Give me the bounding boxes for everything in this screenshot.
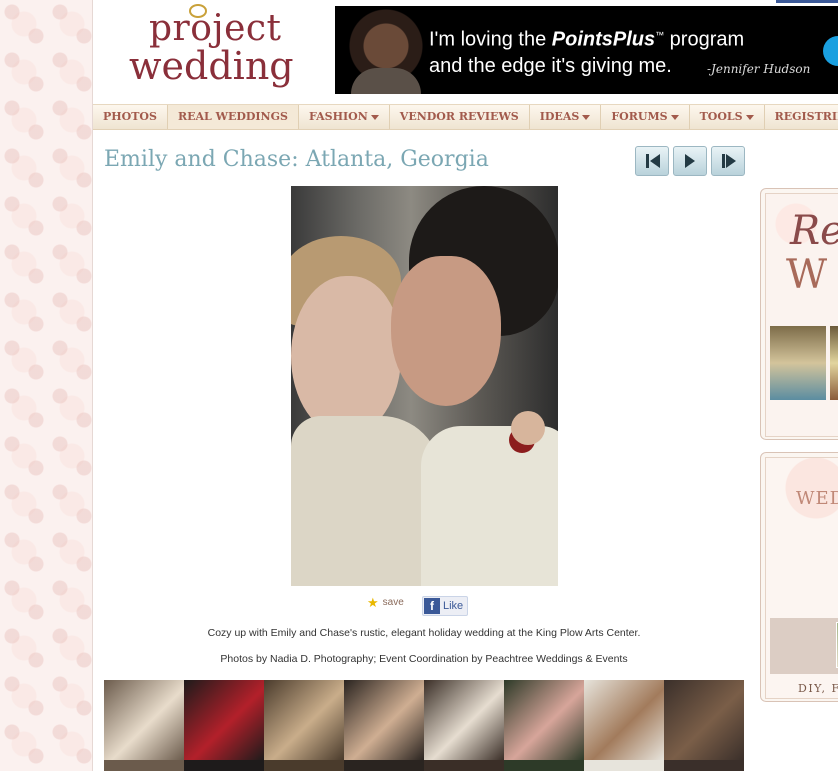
facebook-like-button[interactable]: f Like	[422, 596, 469, 616]
sidebar-ad-heading-b: W	[786, 252, 828, 298]
photo-credits: Photos by Nadia D. Photography; Event Co…	[220, 653, 628, 665]
thumbnail-bouquet[interactable]	[504, 680, 584, 760]
next-photo-button[interactable]	[673, 146, 707, 176]
bar-icon	[721, 154, 725, 168]
thumbnail-row2[interactable]	[504, 760, 584, 771]
sidebar-ad-real-weddings[interactable]: Re W	[760, 188, 838, 440]
caret-down-icon	[745, 114, 754, 120]
thumbnail-row2[interactable]	[104, 760, 184, 771]
nav-vendor-reviews[interactable]: VENDOR REVIEWS	[390, 105, 530, 129]
logo-line1: project	[149, 8, 282, 49]
sidebar-ad2-band	[770, 618, 838, 674]
nav-registries-label: REGISTRIES	[774, 110, 838, 123]
ad-text: I'm loving the PointsPlus™ program and t…	[429, 22, 744, 79]
arrow-right-icon	[725, 154, 736, 168]
photo-caption: Cozy up with Emily and Chase's rustic, e…	[207, 627, 641, 639]
thumbnail-bridal-party[interactable]	[664, 680, 744, 760]
ad-line1-prefix: I'm loving the	[429, 28, 552, 51]
ad-line1-suffix: program	[664, 28, 745, 51]
thumbnail-bride-portrait[interactable]	[344, 680, 424, 760]
sidebar-ad2-caption: DIY, F	[798, 682, 838, 695]
sidebar-ad-wedding-diy[interactable]: WED DIY, F	[760, 452, 838, 702]
nav-registries[interactable]: REGISTRIES	[765, 105, 838, 129]
thumbnail-row2[interactable]	[344, 760, 424, 771]
nav-forums-label: FORUMS	[611, 110, 668, 123]
thumbnail-couple-kiss[interactable]	[104, 680, 184, 760]
thumbnail-row2[interactable]	[184, 760, 264, 771]
photo-bride	[291, 276, 401, 436]
nav-tools[interactable]: TOOLS	[690, 105, 765, 129]
caret-down-icon	[370, 114, 379, 120]
thumbnail-boutonniere[interactable]	[584, 680, 664, 760]
gallery-nav	[635, 146, 745, 176]
ad-line2: and the edge it's giving me.	[429, 54, 672, 77]
nav-fashion[interactable]: FASHION	[299, 105, 390, 129]
sidebar-ad-photo-1	[770, 326, 826, 400]
ad-brand: PointsPlus	[551, 28, 656, 51]
thumbnail-row2[interactable]	[264, 760, 344, 771]
last-photo-button[interactable]	[711, 146, 745, 176]
gallery-title: Emily and Chase: Atlanta, Georgia	[104, 147, 489, 172]
thumbnail-garter[interactable]	[424, 680, 504, 760]
nav-real-weddings[interactable]: REAL WEDDINGS	[167, 105, 299, 129]
thumbnail-red-shoes[interactable]	[184, 680, 264, 760]
logo-line2: wedding	[129, 44, 294, 88]
arrow-left-icon	[649, 154, 660, 168]
photo-boutonniere	[511, 411, 545, 445]
main-nav: PHOTOS REAL WEDDINGS FASHION VENDOR REVI…	[93, 104, 838, 130]
thumbnail-bridesmaids-dressing[interactable]	[264, 680, 344, 760]
sidebar-ad-heading-a: Re	[790, 208, 838, 254]
site-logo[interactable]: project wedding	[129, 4, 299, 94]
banner-ad[interactable]: I'm loving the PointsPlus™ program and t…	[335, 6, 838, 94]
bar-icon	[645, 154, 649, 168]
first-photo-button[interactable]	[635, 146, 669, 176]
save-link[interactable]: ★ save	[367, 594, 404, 610]
main-photo[interactable]	[291, 186, 558, 586]
caret-down-icon	[670, 114, 679, 120]
nav-photos[interactable]: PHOTOS	[93, 105, 168, 129]
nav-vendor-reviews-label: VENDOR REVIEWS	[399, 110, 519, 123]
star-icon: ★	[367, 594, 379, 610]
facebook-bar	[776, 0, 838, 3]
save-label: save	[382, 597, 404, 608]
nav-ideas-label: IDEAS	[539, 110, 580, 123]
nav-fashion-label: FASHION	[308, 110, 368, 123]
sidebar-ad-photo-2	[830, 326, 838, 400]
sidebar-ad2-heading: WED	[796, 488, 838, 509]
nav-real-weddings-label: REAL WEDDINGS	[177, 110, 288, 123]
sidebar-ad-panel: Re W	[765, 193, 838, 437]
ad-signature: -Jennifer Hudson	[707, 62, 811, 76]
thumbnail-strip	[104, 680, 744, 760]
ad-circle-icon	[823, 36, 838, 66]
thumbnail-row2[interactable]	[584, 760, 664, 771]
nav-forums[interactable]: FORUMS	[601, 105, 690, 129]
ad-trademark: ™	[655, 30, 665, 40]
nav-tools-label: TOOLS	[699, 110, 743, 123]
like-label: Like	[443, 600, 464, 612]
page: project wedding I'm loving the PointsPlu…	[92, 0, 838, 771]
photo-groom	[391, 256, 501, 406]
thumbnail-row2[interactable]	[664, 760, 744, 771]
nav-ideas[interactable]: IDEAS	[530, 105, 602, 129]
sidebar-ad2-panel: WED DIY, F	[765, 457, 838, 699]
photo-sweater	[421, 426, 558, 586]
thumbnail-row2[interactable]	[424, 760, 504, 771]
facebook-icon: f	[424, 598, 440, 614]
photo-dress	[291, 416, 441, 586]
nav-photos-label: PHOTOS	[103, 110, 157, 123]
caret-down-icon	[582, 114, 591, 120]
thumbnail-strip-row2	[104, 760, 744, 771]
play-icon	[685, 154, 695, 168]
